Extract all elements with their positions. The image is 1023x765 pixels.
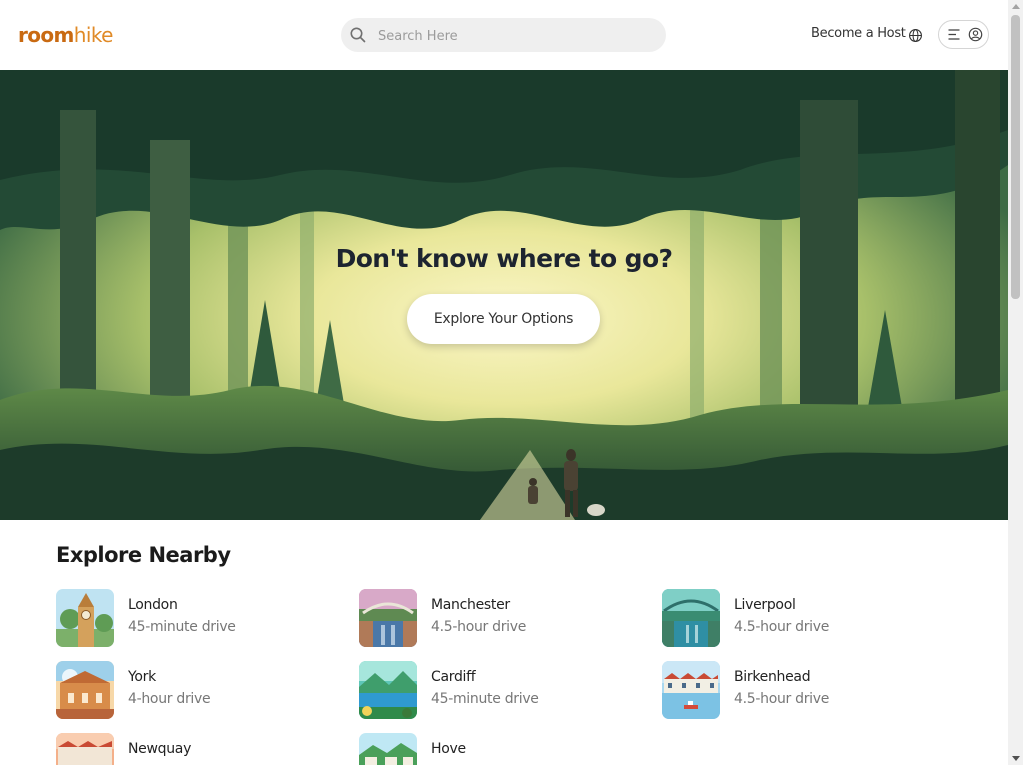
user-circle-icon (968, 27, 983, 42)
cardiff-thumbnail (359, 661, 417, 719)
logo-part-room: room (18, 23, 74, 47)
search-bar[interactable] (341, 18, 666, 54)
place-card-london[interactable]: London 45-minute drive (56, 589, 336, 647)
scroll-down-arrow-icon[interactable] (1012, 756, 1020, 761)
menu-icon (948, 29, 960, 40)
search-icon (350, 27, 366, 43)
place-name: Cardiff (431, 669, 476, 685)
place-name: London (128, 597, 178, 613)
place-drive-time: 4.5-hour drive (734, 619, 830, 635)
place-card-york[interactable]: York 4-hour drive (56, 661, 336, 719)
roomhike-logo[interactable]: roomhike (18, 23, 113, 47)
scrollbar-thumb[interactable] (1011, 15, 1020, 299)
place-drive-time: 4.5-hour drive (431, 619, 527, 635)
place-name: York (128, 669, 156, 685)
place-drive-time: 4.5-hour drive (734, 691, 830, 707)
place-card-liverpool[interactable]: Liverpool 4.5-hour drive (662, 589, 942, 647)
place-name: Birkenhead (734, 669, 811, 685)
hove-thumbnail (359, 733, 417, 765)
york-thumbnail (56, 661, 114, 719)
user-menu-button[interactable] (938, 20, 989, 49)
manchester-thumbnail (359, 589, 417, 647)
place-card-birkenhead[interactable]: Birkenhead 4.5-hour drive (662, 661, 942, 719)
logo-part-hike: hike (73, 23, 114, 47)
globe-icon[interactable] (908, 28, 923, 43)
birkenhead-thumbnail (662, 661, 720, 719)
explore-options-button[interactable]: Explore Your Options (407, 294, 600, 344)
place-card-hove[interactable]: Hove (359, 733, 639, 765)
place-name: Hove (431, 741, 466, 757)
place-card-manchester[interactable]: Manchester 4.5-hour drive (359, 589, 639, 647)
search-input[interactable] (376, 18, 660, 54)
place-drive-time: 45-minute drive (128, 619, 236, 635)
become-host-link[interactable]: Become a Host (811, 26, 906, 41)
scroll-up-arrow-icon[interactable] (1012, 4, 1020, 9)
newquay-thumbnail (56, 733, 114, 765)
explore-nearby-heading: Explore Nearby (56, 543, 231, 567)
place-drive-time: 4-hour drive (128, 691, 211, 707)
london-thumbnail (56, 589, 114, 647)
liverpool-thumbnail (662, 589, 720, 647)
place-card-newquay[interactable]: Newquay (56, 733, 336, 765)
page: roomhike Become a Host (0, 0, 1008, 765)
place-name: Newquay (128, 741, 192, 757)
place-card-cardiff[interactable]: Cardiff 45-minute drive (359, 661, 639, 719)
page-scrollbar[interactable] (1008, 0, 1023, 765)
place-drive-time: 45-minute drive (431, 691, 539, 707)
place-name: Manchester (431, 597, 510, 613)
top-navbar: roomhike Become a Host (0, 0, 1008, 71)
hero-title: Don't know where to go? (335, 244, 673, 273)
place-name: Liverpool (734, 597, 796, 613)
hero-banner: Don't know where to go? Explore Your Opt… (0, 70, 1008, 520)
